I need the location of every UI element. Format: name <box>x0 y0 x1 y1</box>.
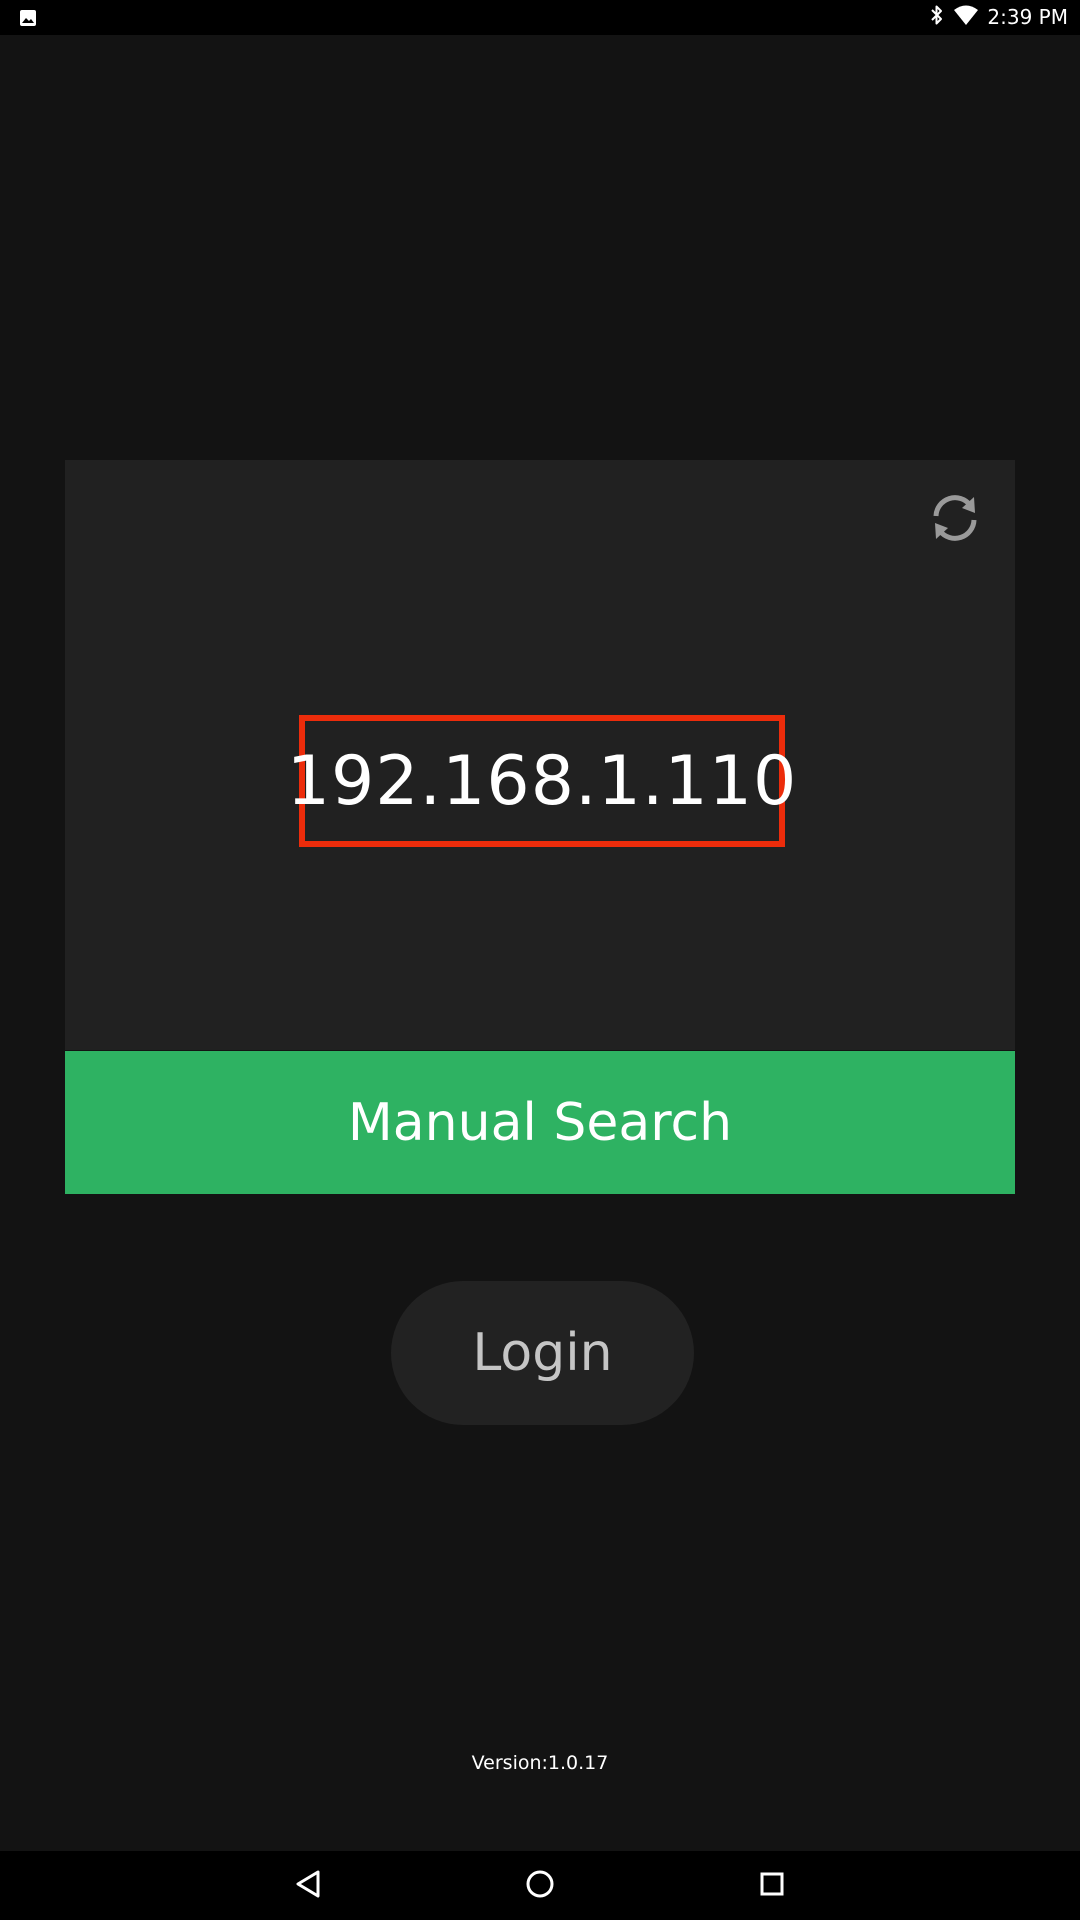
server-card: 192.168.1.110 <box>65 460 1015 1050</box>
status-time: 2:39 PM <box>987 5 1068 29</box>
login-screen: 2:39 PM 192.168.1.110 Manual Search Logi… <box>0 0 1080 1920</box>
status-bar: 2:39 PM <box>0 0 1080 35</box>
version-label: Version:1.0.17 <box>471 1752 609 1774</box>
recents-button[interactable] <box>751 1865 793 1907</box>
recents-icon <box>759 1871 785 1902</box>
home-button[interactable] <box>519 1865 561 1907</box>
bluetooth-icon <box>929 4 945 31</box>
wifi-icon <box>953 4 979 31</box>
home-icon <box>525 1869 555 1904</box>
refresh-icon <box>926 489 984 552</box>
image-notification-icon <box>19 9 37 27</box>
status-right-group: 2:39 PM <box>929 0 1068 35</box>
manual-search-button[interactable]: Manual Search <box>65 1051 1015 1194</box>
refresh-button[interactable] <box>925 490 985 550</box>
ip-address-display[interactable]: 192.168.1.110 <box>287 715 796 847</box>
navigation-bar <box>0 1851 1080 1920</box>
back-icon <box>294 1869 322 1904</box>
back-button[interactable] <box>287 1865 329 1907</box>
login-button[interactable]: Login <box>391 1281 694 1425</box>
